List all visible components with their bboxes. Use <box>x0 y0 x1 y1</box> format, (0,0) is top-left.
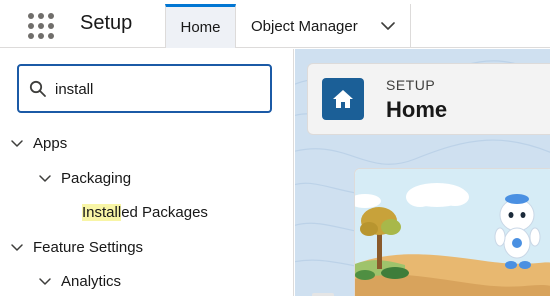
main-content: SETUP Home <box>295 49 550 296</box>
page-header-icon-box <box>322 78 364 120</box>
chevron-down-icon[interactable] <box>380 20 396 32</box>
page-header: SETUP Home <box>307 63 550 135</box>
tree-item-feature-settings[interactable]: Feature Settings <box>9 239 143 256</box>
search-match-highlight: Install <box>82 204 122 221</box>
chevron-down-icon[interactable] <box>37 173 53 185</box>
page-eyebrow: SETUP <box>386 77 436 93</box>
chevron-down-icon[interactable] <box>9 138 25 150</box>
tab-home-label: Home <box>180 19 221 36</box>
tab-object-manager[interactable]: Object Manager <box>237 4 411 48</box>
tree-item-packaging[interactable]: Packaging <box>37 170 131 187</box>
tree-item-apps-label: Apps <box>33 135 68 152</box>
chevron-down-icon[interactable] <box>37 276 53 288</box>
tab-home[interactable]: Home <box>165 4 236 48</box>
app-launcher-icon[interactable] <box>28 13 54 39</box>
tree-item-feature-settings-label: Feature Settings <box>33 239 144 256</box>
tree-item-installed-packages[interactable]: Install ed Packages <box>82 204 208 221</box>
welcome-card <box>354 168 550 296</box>
tree-item-analytics-label: Analytics <box>61 273 122 290</box>
app-title: Setup <box>80 12 133 34</box>
tree-item-apps[interactable]: Apps <box>9 135 67 152</box>
page-title: Home <box>386 97 448 122</box>
quick-find-box[interactable] <box>17 64 272 113</box>
global-header: Setup Home Object Manager <box>0 0 550 48</box>
setup-sidebar: Apps Packaging Installed Packages Featur… <box>0 49 294 296</box>
search-icon <box>29 80 46 97</box>
home-icon <box>333 90 353 108</box>
tree-item-analytics[interactable]: Analytics <box>37 273 121 290</box>
tree-item-installed-packages-label: ed Packages <box>121 204 208 221</box>
tree-item-packaging-label: Packaging <box>61 170 132 187</box>
astro-illustration <box>355 169 550 296</box>
quick-find-input[interactable] <box>55 76 255 102</box>
chevron-down-icon[interactable] <box>9 242 25 254</box>
tab-object-manager-label: Object Manager <box>251 17 358 35</box>
